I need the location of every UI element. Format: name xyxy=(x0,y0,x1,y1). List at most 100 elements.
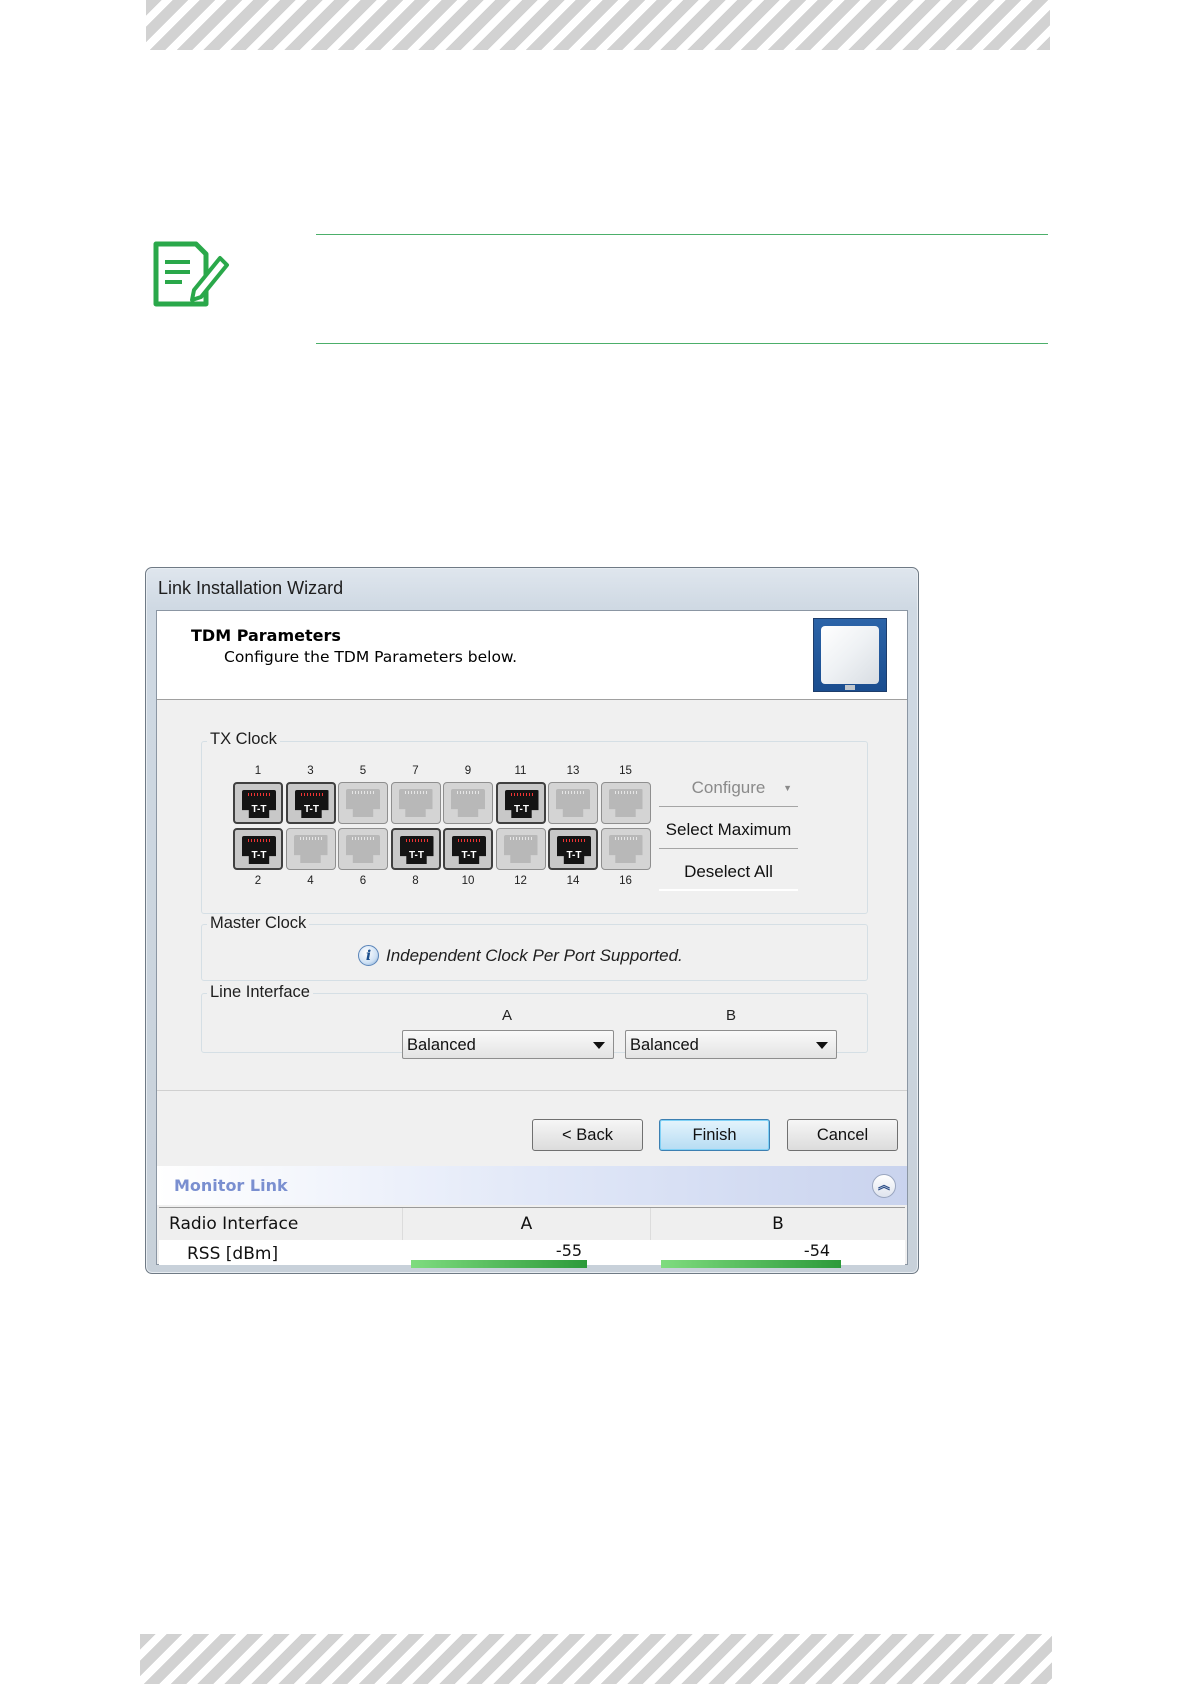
monitor-link-bar: Monitor Link ︽ xyxy=(157,1166,907,1205)
radio-interface-header: Radio Interface xyxy=(159,1208,403,1240)
note-rule-bottom xyxy=(316,343,1048,344)
deselect-all-button[interactable]: Deselect All xyxy=(659,853,798,891)
port-pins xyxy=(614,837,637,840)
tdm-port-6[interactable] xyxy=(338,828,388,870)
port-number-label: 13 xyxy=(566,765,580,777)
master-clock-label: Master Clock xyxy=(207,914,310,933)
configure-label: Configure xyxy=(691,778,766,797)
tdm-port-5[interactable] xyxy=(338,782,388,824)
tdm-port-1[interactable]: T-T xyxy=(233,782,283,824)
dropdown-arrow-icon xyxy=(593,1042,605,1049)
tdm-port-7[interactable] xyxy=(390,782,441,824)
tdm-port-11[interactable]: T-T xyxy=(495,782,546,824)
port-badge: T-T xyxy=(461,850,477,861)
port-pins xyxy=(248,839,270,842)
master-clock-message: Independent Clock Per Port Supported. xyxy=(386,946,683,965)
line-interface-b-value: Balanced xyxy=(630,1036,699,1054)
monitor-col-b-header: B xyxy=(651,1208,905,1240)
port-pins xyxy=(562,791,584,794)
info-icon: i xyxy=(358,945,379,966)
wizard-header: TDM Parameters Configure the TDM Paramet… xyxy=(157,611,907,700)
port-number-label: 3 xyxy=(307,765,314,777)
rss-a-bar xyxy=(411,1260,587,1268)
port-badge: T-T xyxy=(566,850,582,861)
port-pins xyxy=(299,837,322,840)
line-interface-a-value: Balanced xyxy=(407,1036,476,1054)
port-pins xyxy=(457,791,479,794)
dropdown-arrow-icon xyxy=(816,1042,828,1049)
rss-b-bar xyxy=(661,1260,841,1268)
port-pins xyxy=(614,791,637,794)
tdm-port-4[interactable] xyxy=(285,828,336,870)
page-title: TDM Parameters xyxy=(191,626,341,645)
monitor-link-table: Radio Interface A B RSS [dBm] -55 -54 xyxy=(159,1207,905,1268)
port-pins xyxy=(404,791,427,794)
rss-a-value: -55 xyxy=(555,1241,583,1260)
configure-button[interactable]: Configure ▼ xyxy=(659,769,798,807)
port-number-label: 4 xyxy=(307,875,314,887)
link-installation-wizard-window: Link Installation Wizard TDM Parameters … xyxy=(145,567,919,1274)
rss-b-value: -54 xyxy=(803,1241,831,1260)
tdm-port-12[interactable] xyxy=(495,828,546,870)
tdm-port-3[interactable]: T-T xyxy=(285,782,336,824)
port-number-label: 2 xyxy=(254,875,262,887)
port-number-label: 5 xyxy=(359,765,367,777)
line-interface-col-b: B xyxy=(726,1007,737,1024)
port-badge: T-T xyxy=(409,850,424,861)
port-pins xyxy=(300,793,323,796)
page-subtitle: Configure the TDM Parameters below. xyxy=(224,648,518,666)
port-number-label: 10 xyxy=(461,875,475,887)
page-header-hatch xyxy=(146,0,1050,50)
line-interface-b-select[interactable]: Balanced xyxy=(625,1030,837,1059)
port-pins xyxy=(458,839,480,842)
cancel-button[interactable]: Cancel xyxy=(787,1119,898,1151)
page-footer-hatch xyxy=(140,1634,1052,1684)
port-number-label: 12 xyxy=(514,875,527,887)
collapse-icon[interactable]: ︽ xyxy=(872,1174,896,1198)
port-pins xyxy=(509,837,532,840)
tdm-port-13[interactable] xyxy=(548,782,598,824)
port-badge: T-T xyxy=(251,850,267,861)
line-interface-a-select[interactable]: Balanced xyxy=(402,1030,614,1059)
port-pins xyxy=(510,793,533,796)
tx-clock-label: TX Clock xyxy=(207,730,280,749)
port-number-label: 14 xyxy=(566,875,580,887)
finish-button[interactable]: Finish xyxy=(659,1119,770,1151)
tdm-port-9[interactable] xyxy=(443,782,493,824)
window-title: Link Installation Wizard xyxy=(158,578,344,598)
port-number-label: 9 xyxy=(464,765,472,777)
port-pins xyxy=(352,791,374,794)
tdm-port-2[interactable]: T-T xyxy=(233,828,283,870)
line-interface-label: Line Interface xyxy=(207,983,313,1002)
port-badge: T-T xyxy=(304,804,319,815)
tdm-port-16[interactable] xyxy=(600,828,651,870)
port-number-label: 8 xyxy=(412,875,419,887)
note-icon xyxy=(153,241,229,307)
port-badge: T-T xyxy=(251,804,267,815)
port-number-label: 6 xyxy=(359,875,367,887)
monitor-link-title: Monitor Link xyxy=(174,1176,288,1195)
chevron-down-icon: ▼ xyxy=(783,783,792,793)
radio-device-icon xyxy=(813,618,887,692)
port-number-label: 16 xyxy=(619,875,632,887)
port-number-label: 1 xyxy=(254,765,262,777)
port-pins xyxy=(248,793,270,796)
tdm-port-14[interactable]: T-T xyxy=(548,828,598,870)
monitor-col-a-header: A xyxy=(403,1208,651,1240)
port-number-label: 15 xyxy=(619,765,632,777)
port-pins xyxy=(352,837,374,840)
port-pins xyxy=(405,839,428,842)
port-number-label: 7 xyxy=(412,765,419,777)
note-rule-top xyxy=(316,234,1048,235)
tdm-port-10[interactable]: T-T xyxy=(443,828,493,870)
wizard-client-area: TDM Parameters Configure the TDM Paramet… xyxy=(156,610,908,1268)
rss-row-label: RSS [dBm] xyxy=(187,1244,279,1264)
back-button[interactable]: < Back xyxy=(532,1119,643,1151)
select-maximum-button[interactable]: Select Maximum xyxy=(659,811,798,849)
port-number-label: 11 xyxy=(514,765,527,777)
line-interface-col-a: A xyxy=(502,1007,513,1024)
footer-divider xyxy=(157,1090,907,1091)
tdm-port-8[interactable]: T-T xyxy=(390,828,441,870)
tdm-port-15[interactable] xyxy=(600,782,651,824)
port-badge: T-T xyxy=(514,804,529,815)
